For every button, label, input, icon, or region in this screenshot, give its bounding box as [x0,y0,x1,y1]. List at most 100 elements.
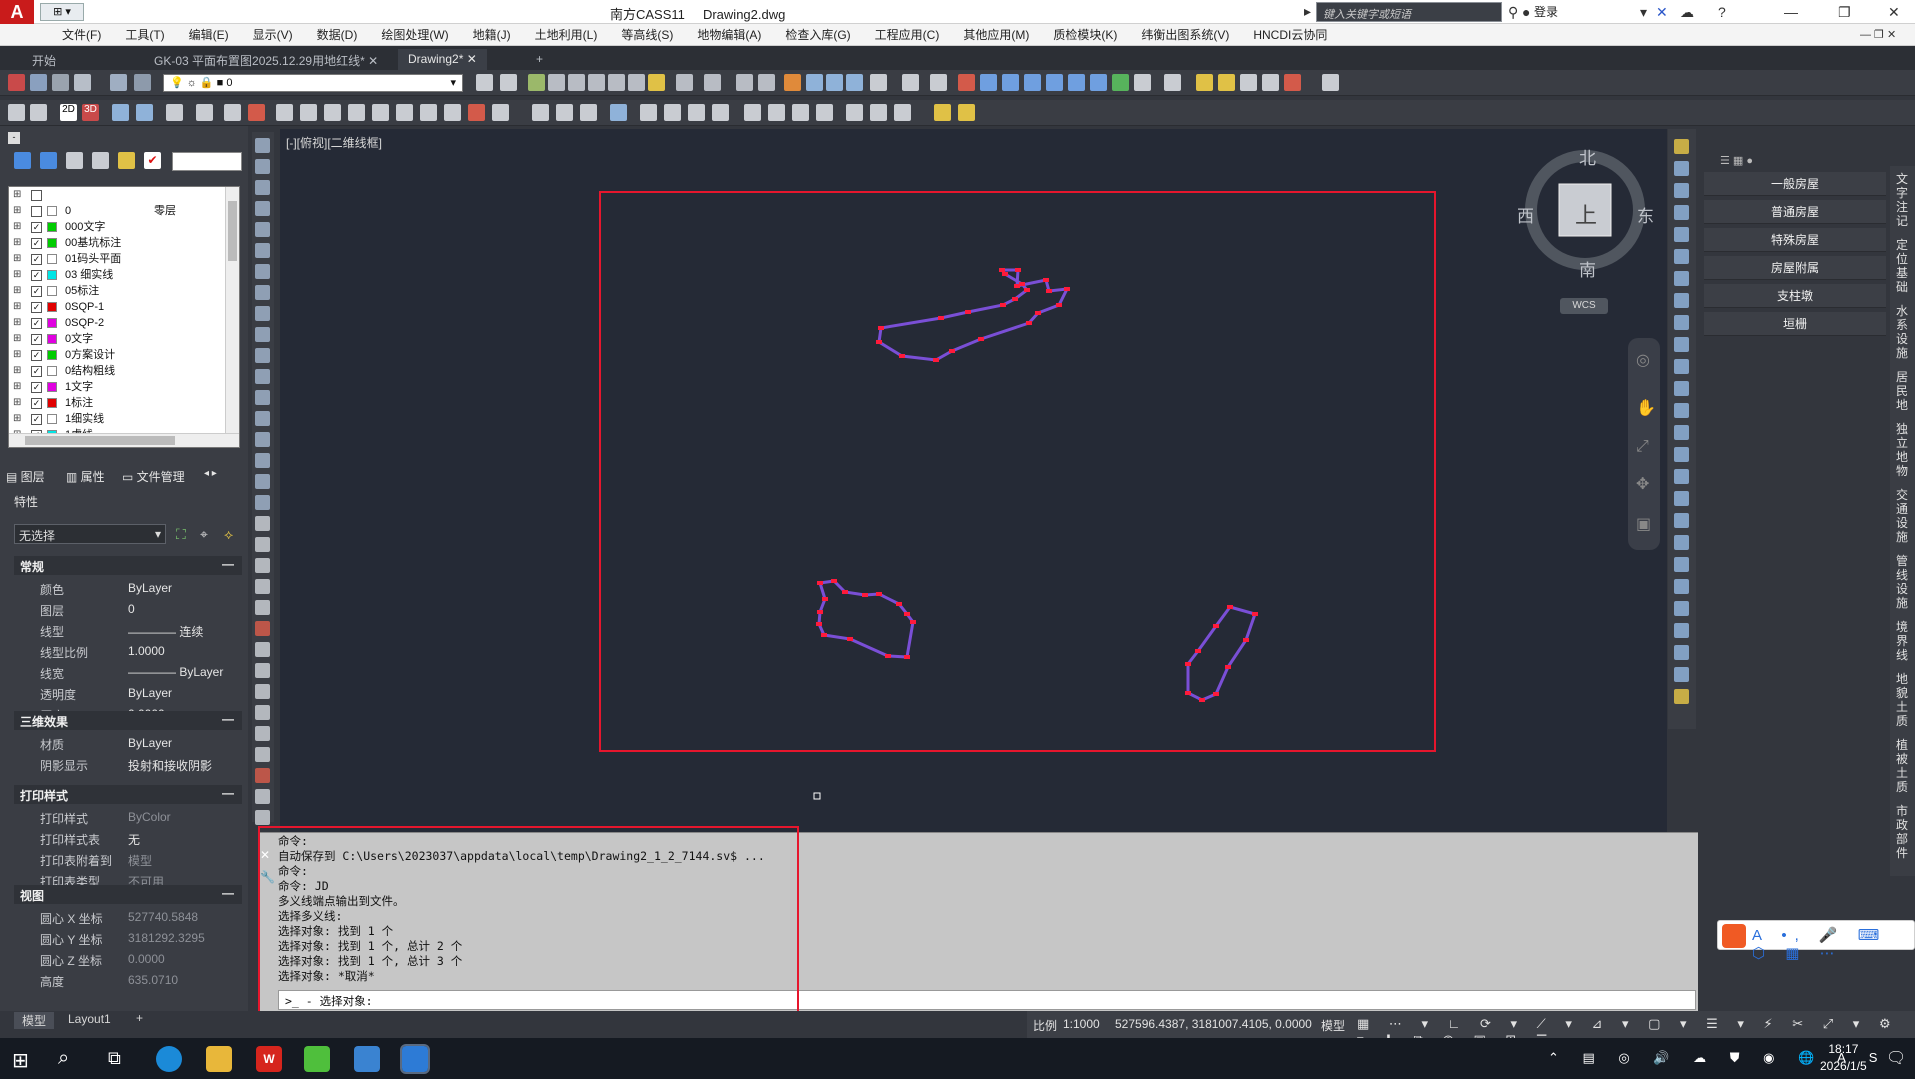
modify-tool-icon[interactable] [1674,161,1689,176]
cass-tool-icon[interactable] [930,74,947,91]
property-value[interactable]: ByLayer [128,736,172,750]
zoom-icon[interactable]: ⤢ [1636,438,1649,456]
cass-tool-icon[interactable] [224,104,241,121]
cass-tool-icon[interactable] [468,104,485,121]
vertex-grip[interactable] [896,602,902,606]
property-row[interactable]: 圆心 Y 坐标 3181292.3295 [14,928,242,949]
app-logo-button[interactable]: A [0,0,34,24]
system-clock[interactable]: 18:17 2026/1/5 [1820,1041,1867,1075]
cass-tool-icon[interactable] [640,104,657,121]
property-value[interactable]: 0.0000 [128,952,165,966]
render-icon[interactable] [52,74,69,91]
cass-tool-icon[interactable] [792,104,809,121]
draw-tool-icon[interactable] [255,348,270,363]
layer-row[interactable]: ⊞ ✓ 1细实线 [9,411,239,427]
undo-icon[interactable] [676,74,693,91]
vertex-grip[interactable] [821,633,827,637]
expand-icon[interactable]: ⊞ [13,395,21,411]
vertex-grip[interactable] [1012,297,1018,301]
search-input[interactable]: 键入关键字或短语 [1316,2,1502,22]
compass-north[interactable]: 北 [1579,144,1596,169]
section-view[interactable]: 视图 — [14,885,242,904]
draw-tool-icon[interactable] [255,600,270,615]
draw-tool-icon[interactable] [255,327,270,342]
modify-tool-icon[interactable] [1674,513,1689,528]
layer-row[interactable]: ⊞ ✓ 0SQP-1 [9,299,239,315]
select-objects-icon[interactable]: ⟡ [224,526,233,543]
property-value[interactable]: 527740.5848 [128,910,198,924]
task-view-icon[interactable]: ⧉ [108,1048,121,1069]
layer-color-swatch[interactable] [47,382,57,392]
property-row[interactable]: 透明度 ByLayer [14,683,242,704]
vertex-grip[interactable] [1019,282,1025,286]
category-tab[interactable]: 独立地物 [1893,422,1911,478]
vertex-grip[interactable] [885,654,891,658]
text-a-icon[interactable] [1024,74,1041,91]
vertex-grip[interactable] [816,622,822,626]
tab-drawing2[interactable]: Drawing2* ✕ [398,49,487,70]
text-a-icon[interactable] [980,74,997,91]
search-icon[interactable]: ⌕ [58,1047,69,1070]
cass-tool-icon[interactable] [894,104,911,121]
vertex-grip[interactable] [910,620,916,624]
pan-hand-icon[interactable]: ✋ [1636,398,1656,418]
layer-visible-checkbox[interactable]: ✓ [31,350,42,361]
vertex-grip[interactable] [938,316,944,320]
property-row[interactable]: 打印样式 ByColor [14,807,242,828]
vertex-grip[interactable] [1000,303,1006,307]
measure-area-icon[interactable] [846,74,863,91]
vertex-grip[interactable] [978,337,984,341]
category-tab[interactable]: 市政部件 [1893,804,1911,860]
redo-icon[interactable] [704,74,721,91]
tab-gk03[interactable]: GK-03 平面布置图2025.12.29用地红线* ✕ [144,49,388,70]
vertex-grip[interactable] [1026,321,1032,325]
vertex-grip[interactable] [999,268,1005,272]
compass-west[interactable]: 西 [1517,202,1534,227]
layer-row[interactable]: ⊞ [9,187,239,203]
zoom-extents-icon[interactable] [608,74,625,91]
screen-menu-button[interactable]: 支柱墩 [1704,284,1886,308]
collapse-icon[interactable]: — [222,786,234,800]
cass-tool-icon[interactable] [934,104,951,121]
category-tab[interactable]: 交通设施 [1893,488,1911,544]
property-row[interactable]: 阴影显示 投射和接收阴影 [14,754,242,775]
edge-icon[interactable] [156,1046,182,1072]
layer-row[interactable]: ⊞ ✓ 03 细实线 [9,267,239,283]
screen-menu-button[interactable]: 一般房屋 [1704,172,1886,196]
layer-color-swatch[interactable] [47,366,57,376]
property-row[interactable]: 线型比例 1.0000 [14,641,242,662]
expand-icon[interactable]: ⊞ [13,379,21,395]
cass-tool-icon[interactable] [1112,74,1129,91]
cass-tool-icon[interactable] [276,104,293,121]
cass-tool-icon[interactable] [112,104,129,121]
cass-tool-icon[interactable] [300,104,317,121]
layer-color-swatch[interactable] [47,414,57,424]
vertex-grip[interactable] [847,637,853,641]
property-value[interactable]: ———— 连续 [128,623,203,640]
tab-properties[interactable]: ▥ 属性 [66,468,105,485]
a360-icon[interactable]: ☁ [1680,3,1694,21]
layer-visible-checkbox[interactable]: ✓ [31,398,42,409]
category-tab[interactable]: 地貌土质 [1893,672,1911,728]
expand-icon[interactable]: ⊞ [13,187,21,203]
menu-view[interactable]: 显示(V) [241,26,305,43]
modify-tool-icon[interactable] [1674,689,1689,704]
app-window-icon[interactable] [354,1046,380,1072]
wps-icon[interactable]: W [256,1046,282,1072]
collapse-icon[interactable]: — [222,557,234,571]
menu-other[interactable]: 其他应用(M) [951,26,1041,43]
layer-row[interactable]: ⊞ ✓ 0方案设计 [9,347,239,363]
vertex-grip[interactable] [1213,624,1219,628]
collapse-icon[interactable]: — [222,886,234,900]
cass-tool-icon[interactable] [870,104,887,121]
vertex-grip[interactable] [878,326,884,330]
vertex-grip[interactable] [1199,698,1205,702]
showmotion-icon[interactable]: ▣ [1636,514,1651,534]
view-icon[interactable] [30,74,47,91]
modify-tool-icon[interactable] [1674,557,1689,572]
layer-visible-checkbox[interactable]: ✓ [31,286,42,297]
cass-tool-icon[interactable] [1322,74,1339,91]
modify-tool-icon[interactable] [1674,579,1689,594]
vertex-grip[interactable] [1243,638,1249,642]
tab-start[interactable]: 开始 [22,49,66,70]
